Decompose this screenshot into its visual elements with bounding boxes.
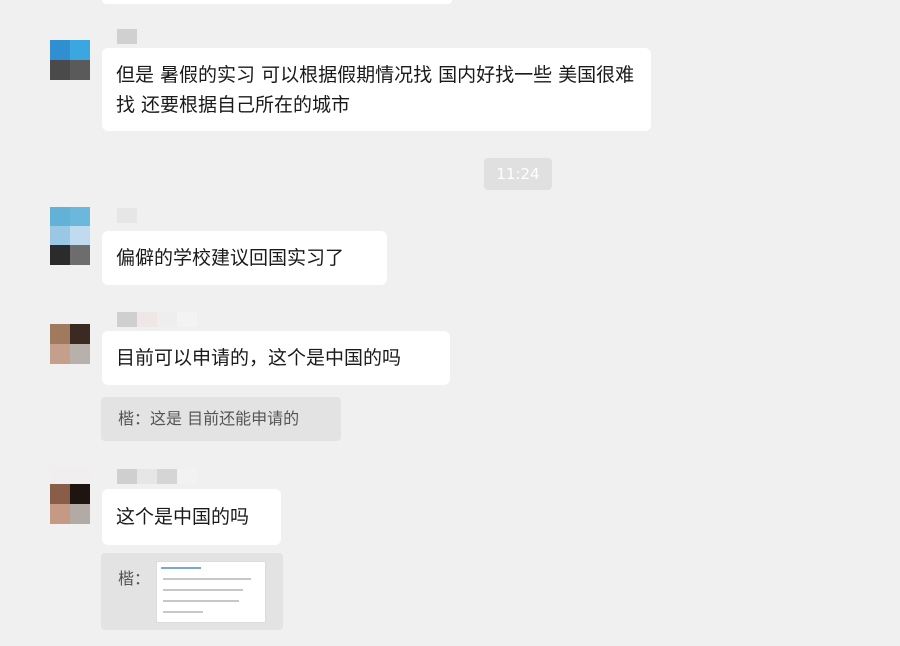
message-bubble[interactable]: 但是 暑假的实习 可以根据假期情况找 国内好找一些 美国很难找 还要根据自己所在… — [102, 48, 651, 131]
message-text: 偏僻的学校建议回国实习了 — [116, 247, 345, 269]
sender-name-blurred — [117, 29, 137, 44]
avatar[interactable] — [50, 324, 90, 364]
sender-name-blurred — [117, 208, 137, 223]
thumbnail-line — [163, 600, 239, 602]
timestamp: 11:24 — [484, 158, 552, 190]
thumbnail-line — [163, 611, 203, 613]
message-bubble[interactable]: 这个是中国的吗 — [102, 489, 281, 545]
thumbnail-line — [161, 567, 201, 569]
avatar[interactable] — [50, 40, 90, 80]
quoted-reply[interactable]: 楷：这是 目前还能申请的 — [101, 397, 341, 441]
quoted-image-reply[interactable]: 楷： — [101, 553, 283, 630]
quoted-image-thumbnail[interactable] — [156, 561, 266, 623]
message-text: 目前可以申请的，这个是中国的吗 — [116, 347, 402, 369]
message-bubble[interactable]: 偏僻的学校建议回国实习了 — [102, 231, 387, 285]
thumbnail-line — [163, 578, 251, 580]
message-text: 这个是中国的吗 — [116, 506, 250, 528]
sender-name-blurred — [117, 312, 197, 327]
previous-message-bubble — [102, 0, 452, 4]
quoted-text: 楷： — [118, 569, 151, 588]
quoted-text: 楷：这是 目前还能申请的 — [118, 409, 300, 428]
avatar[interactable] — [50, 207, 90, 265]
sender-name-blurred — [117, 469, 197, 484]
message-bubble[interactable]: 目前可以申请的，这个是中国的吗 — [102, 331, 450, 385]
thumbnail-line — [163, 589, 243, 591]
avatar[interactable] — [50, 466, 90, 524]
message-text: 但是 暑假的实习 可以根据假期情况找 国内好找一些 美国很难找 还要根据自己所在… — [116, 64, 635, 116]
